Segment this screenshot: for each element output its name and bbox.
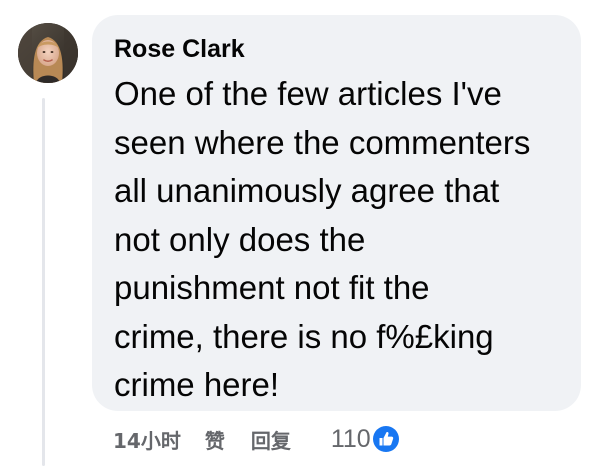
thread-line [42,98,45,466]
comment-author[interactable]: Rose Clark [114,33,561,65]
comment-text: One of the few articles I've seen where … [114,75,531,403]
comment-timestamp[interactable]: 14小时 [113,425,181,454]
avatar[interactable] [18,23,78,83]
thumbs-up-icon[interactable] [372,426,399,452]
reaction-count[interactable]: 110 [331,425,371,454]
comment-bubble: Rose Clark One of the few articles I've … [92,15,581,411]
avatar-image [18,23,78,83]
comment-actions: 14小时 赞 回复 110 [113,424,399,454]
reply-button[interactable]: 回复 [251,425,291,454]
like-button[interactable]: 赞 [205,425,225,454]
